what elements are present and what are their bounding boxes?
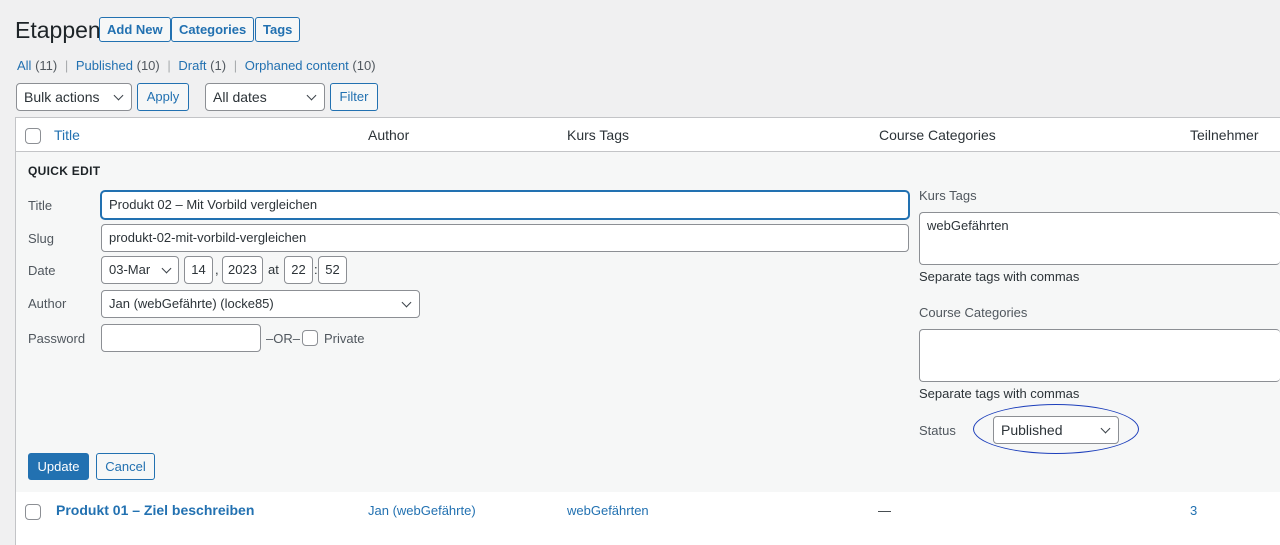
date-at: at <box>268 262 279 277</box>
view-published-link[interactable]: Published <box>76 58 133 73</box>
view-separator: | <box>64 58 69 73</box>
kurs-tags-label: Kurs Tags <box>919 188 977 203</box>
chevron-down-icon <box>113 90 124 101</box>
minute-input[interactable]: 52 <box>318 256 347 284</box>
row-course-categories: — <box>878 503 891 518</box>
author-select[interactable]: Jan (webGefährte) (locke85) <box>101 290 420 318</box>
course-categories-help: Separate tags with commas <box>919 386 1080 401</box>
page-title: Etappen <box>15 17 101 43</box>
row-kurs-tag-link[interactable]: webGefährten <box>567 503 649 518</box>
table-header <box>15 117 1280 152</box>
hour-input[interactable]: 22 <box>284 256 313 284</box>
column-teilnehmer: Teilnehmer <box>1190 127 1259 143</box>
filter-button[interactable]: Filter <box>330 83 378 111</box>
column-course-categories: Course Categories <box>879 127 996 143</box>
chevron-down-icon <box>306 90 317 101</box>
chevron-down-icon <box>1100 423 1111 434</box>
bulk-actions-select[interactable]: Bulk actions <box>16 83 132 111</box>
author-value: Jan (webGefährte) (locke85) <box>109 296 274 311</box>
slug-input[interactable]: produkt-02-mit-vorbild-vergleichen <box>101 224 909 252</box>
row-title-link[interactable]: Produkt 01 – Ziel beschreiben <box>56 502 254 518</box>
view-orphaned-link[interactable]: Orphaned content <box>245 58 349 73</box>
column-author: Author <box>368 127 410 143</box>
private-label: Private <box>324 331 365 346</box>
title-input[interactable]: Produkt 02 – Mit Vorbild vergleichen <box>101 191 909 219</box>
view-separator: | <box>167 58 171 73</box>
status-label: Status <box>919 423 956 438</box>
date-label: Date <box>28 263 56 278</box>
day-input[interactable]: 14 <box>184 256 213 284</box>
cancel-button[interactable]: Cancel <box>96 453 155 480</box>
update-button[interactable]: Update <box>28 453 89 480</box>
kurs-tags-textarea[interactable]: webGefährten <box>919 212 1280 265</box>
status-views: All (11) | Published (10) | Draft (1) | … <box>17 58 376 74</box>
month-value: 03-Mar <box>109 262 151 277</box>
password-label: Password <box>28 331 86 346</box>
slug-label: Slug <box>28 231 55 246</box>
apply-button[interactable]: Apply <box>137 83 189 111</box>
chevron-down-icon <box>161 263 172 274</box>
select-all-checkbox[interactable] <box>25 128 41 144</box>
column-kurs-tags: Kurs Tags <box>567 127 629 143</box>
title-label: Title <box>28 198 53 213</box>
quick-edit-heading: QUICK EDIT <box>28 164 101 178</box>
view-draft-count: (1) <box>210 58 227 73</box>
private-checkbox[interactable] <box>302 330 318 346</box>
add-new-button[interactable]: Add New <box>99 17 171 42</box>
categories-button[interactable]: Categories <box>171 17 255 42</box>
bulk-actions-value: Bulk actions <box>24 89 100 105</box>
row-checkbox[interactable] <box>25 504 41 520</box>
tags-button[interactable]: Tags <box>255 17 301 42</box>
dates-value: All dates <box>213 89 267 105</box>
kurs-tags-help: Separate tags with commas <box>919 269 1080 284</box>
row-author-link[interactable]: Jan (webGefährte) <box>368 503 476 518</box>
chevron-down-icon <box>401 297 412 308</box>
column-title-sort[interactable]: Title <box>54 127 80 143</box>
view-published-count: (10) <box>136 58 160 73</box>
password-input[interactable] <box>101 324 261 352</box>
view-draft-link[interactable]: Draft <box>178 58 206 73</box>
view-all-count: (11) <box>35 58 58 73</box>
course-categories-textarea[interactable] <box>919 329 1280 382</box>
dates-select[interactable]: All dates <box>205 83 325 111</box>
or-separator: –OR– <box>266 331 300 346</box>
date-comma: , <box>215 262 219 277</box>
status-value: Published <box>1001 422 1063 438</box>
row-teilnehmer-link[interactable]: 3 <box>1190 503 1197 518</box>
author-label: Author <box>28 296 67 311</box>
course-categories-label: Course Categories <box>919 305 1028 320</box>
status-select[interactable]: Published <box>993 416 1119 444</box>
table-row <box>15 492 1280 545</box>
view-separator: | <box>233 58 238 73</box>
view-orphaned-count: (10) <box>352 58 376 73</box>
view-all-link[interactable]: All <box>17 58 31 73</box>
month-select[interactable]: 03-Mar <box>101 256 179 284</box>
year-input[interactable]: 2023 <box>222 256 263 284</box>
